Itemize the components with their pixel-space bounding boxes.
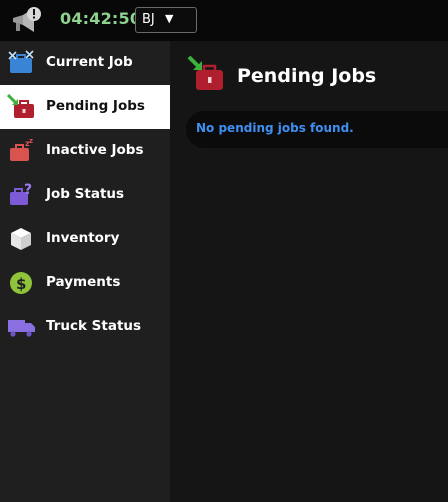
truck-icon [8,320,35,337]
current-job-icon [8,50,34,73]
job-status-icon: ? [10,182,32,205]
sidebar-item-truck-status[interactable]: Truck Status [0,305,170,349]
clock-time: 04:42:50 [60,9,142,28]
sidebar-item-label: Pending Jobs [46,98,145,114]
pending-jobs-icon [187,55,223,90]
svg-text:$: $ [16,275,26,293]
empty-state-message: No pending jobs found. [186,111,448,148]
megaphone-alert-icon[interactable] [10,4,44,36]
inactive-jobs-icon: z z [10,138,33,161]
sidebar-item-inactive-jobs[interactable]: z z Inactive Jobs [0,129,170,173]
dollar-icon: $ [10,272,32,294]
sidebar-item-inventory[interactable]: Inventory [0,217,170,261]
page-title: Pending Jobs [237,65,377,87]
sidebar: Current Job Pending Jobs z z Inactive Jo… [0,41,170,502]
user-select-value: BJ [142,12,155,27]
sidebar-item-label: Inventory [46,230,120,246]
svg-text:?: ? [24,182,32,198]
sidebar-item-current-job[interactable]: Current Job [0,41,170,85]
sidebar-item-pending-jobs[interactable]: Pending Jobs [0,85,170,129]
sidebar-item-label: Job Status [46,186,125,202]
main-content: Pending Jobs No pending jobs found. [170,41,448,502]
sidebar-item-payments[interactable]: $ Payments [0,261,170,305]
sidebar-item-label: Payments [46,274,121,290]
sidebar-item-label: Inactive Jobs [46,142,144,158]
empty-state-text: No pending jobs found. [196,121,354,135]
sidebar-item-label: Current Job [46,54,133,70]
caret-down-icon: ▼ [165,12,174,25]
inventory-box-icon [11,228,31,250]
user-select[interactable]: BJ ▼ [135,7,197,33]
sidebar-item-label: Truck Status [46,318,142,334]
svg-text:z: z [29,138,33,145]
top-bar: 04:42:50 BJ ▼ [0,0,448,41]
pending-jobs-icon [7,94,34,118]
sidebar-item-job-status[interactable]: ? Job Status [0,173,170,217]
